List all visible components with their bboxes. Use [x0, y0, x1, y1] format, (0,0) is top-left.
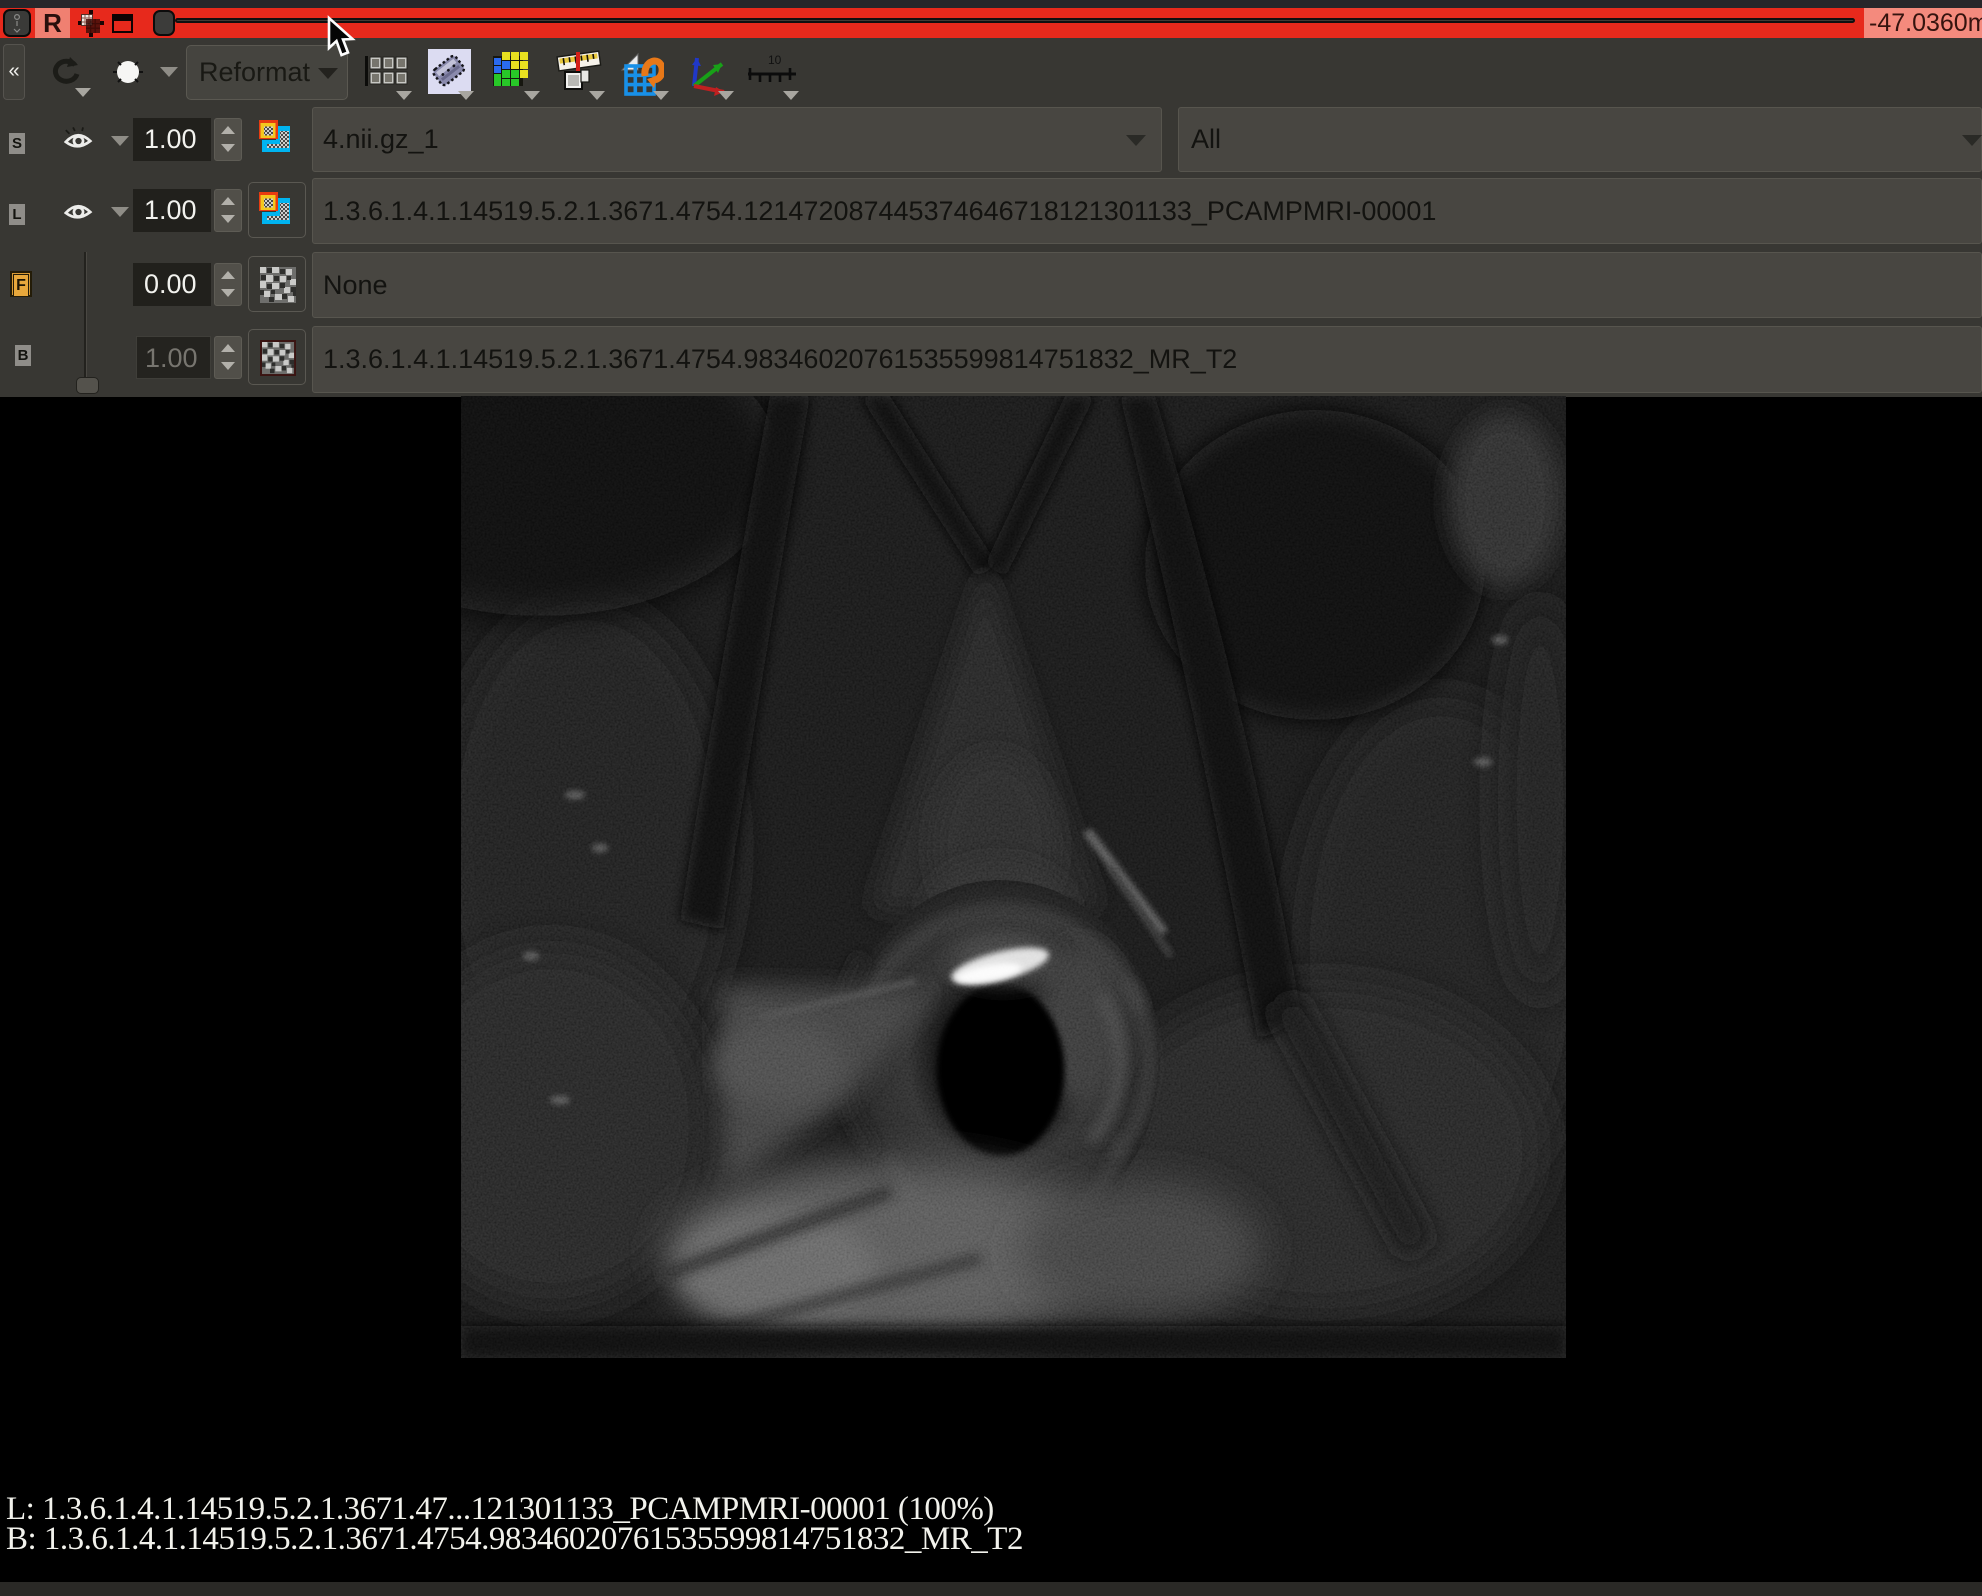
svg-text:10: 10 [768, 53, 782, 67]
